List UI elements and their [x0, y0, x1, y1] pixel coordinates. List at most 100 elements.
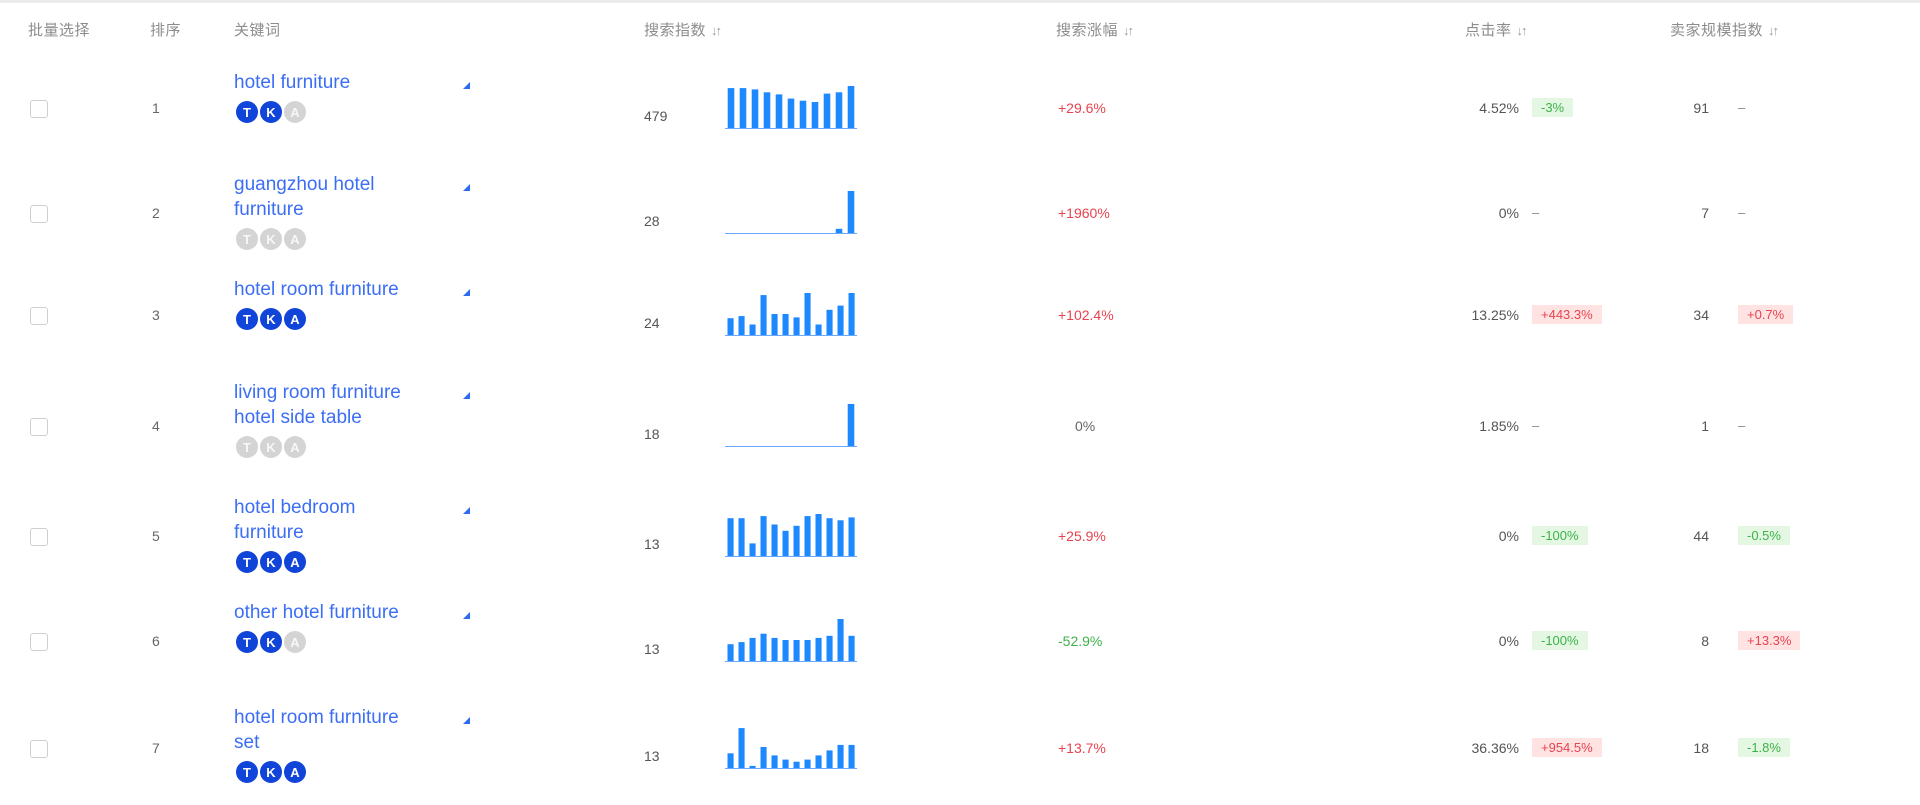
- seller-index-value: 34: [1693, 307, 1709, 323]
- keyword-line[interactable]: hotel room furniture: [234, 705, 434, 730]
- keyword-line[interactable]: hotel bedroom: [234, 495, 434, 520]
- a-badge-icon: A: [284, 631, 306, 653]
- sort-icon[interactable]: ↓↑: [1768, 23, 1779, 38]
- expand-icon[interactable]: [463, 612, 470, 619]
- sparkline-bar: [815, 755, 822, 768]
- row-rank: 4: [152, 417, 160, 434]
- k-badge-icon: K: [260, 631, 282, 653]
- keyword-line[interactable]: set: [234, 730, 434, 755]
- search-growth-value: +29.6%: [1058, 100, 1106, 116]
- keyword-link[interactable]: living room furniture hotel side table: [234, 380, 434, 430]
- keyword-line[interactable]: hotel furniture: [234, 70, 434, 95]
- seller-index-value: 18: [1693, 740, 1709, 756]
- search-growth-value: -52.9%: [1058, 632, 1103, 649]
- row-checkbox[interactable]: [30, 100, 48, 118]
- ctr-change-badge: –: [1532, 204, 1540, 220]
- sparkline-bar: [760, 515, 767, 556]
- sort-icon[interactable]: ↓↑: [1517, 23, 1528, 38]
- t-badge-icon: T: [236, 436, 258, 458]
- seller-index-value: 91: [1693, 100, 1709, 116]
- keyword-line[interactable]: furniture: [234, 197, 434, 222]
- header-search-growth-label: 搜索涨幅: [1056, 22, 1119, 39]
- ctr-value: 36.36%: [1471, 740, 1519, 756]
- sparkline-bar: [749, 637, 756, 661]
- sparkline-bar: [835, 228, 843, 233]
- keyword-badges: TKA: [236, 551, 306, 573]
- sparkline-bar: [782, 759, 789, 768]
- search-growth-value: +13.7%: [1058, 740, 1106, 756]
- sparkline-bar: [782, 314, 789, 335]
- search-growth-value: +1960%: [1058, 204, 1110, 221]
- row-checkbox[interactable]: [30, 740, 48, 758]
- keyword-link[interactable]: hotel furniture: [234, 70, 434, 95]
- row-checkbox[interactable]: [30, 204, 48, 223]
- keyword-line[interactable]: hotel side table: [234, 405, 434, 430]
- sparkline-bar: [815, 637, 822, 661]
- a-badge-icon: A: [284, 761, 306, 783]
- sparkline-bar: [782, 639, 789, 661]
- keyword-line[interactable]: guangzhou hotel: [234, 172, 434, 197]
- sparkline-bar: [847, 403, 855, 446]
- expand-icon[interactable]: [463, 392, 470, 399]
- sparkline-bar: [847, 86, 855, 128]
- sparkline-bar: [771, 524, 778, 556]
- keyword-badges: TKA: [236, 228, 306, 250]
- expand-icon[interactable]: [463, 717, 470, 724]
- sparkline-bar: [804, 515, 811, 556]
- search-growth-value: +102.4%: [1058, 307, 1114, 323]
- row-checkbox[interactable]: [30, 417, 48, 436]
- t-badge-icon: T: [236, 631, 258, 653]
- sort-icon[interactable]: ↓↑: [1123, 23, 1134, 38]
- sparkline-bar: [826, 517, 833, 556]
- ctr-change-badge: -100%: [1532, 630, 1588, 650]
- t-badge-icon: T: [236, 101, 258, 123]
- keyword-link[interactable]: hotel bedroom furniture: [234, 495, 434, 545]
- keyword-link[interactable]: guangzhou hotel furniture: [234, 172, 434, 222]
- sparkline-bar: [835, 92, 843, 128]
- row-rank: 5: [152, 527, 160, 544]
- a-badge-icon: A: [284, 101, 306, 123]
- header-search-index-label: 搜索指数: [644, 22, 707, 39]
- sparkline-bar: [771, 755, 778, 768]
- sparkline-bar: [727, 88, 735, 128]
- k-badge-icon: K: [260, 308, 282, 330]
- sparkline-bar: [804, 759, 811, 768]
- k-badge-icon: K: [260, 228, 282, 250]
- keyword-line[interactable]: living room furniture: [234, 380, 434, 405]
- sparkline-bar: [848, 293, 855, 335]
- header-ctr[interactable]: 点击率 ↓↑: [1465, 19, 1528, 40]
- sort-icon[interactable]: ↓↑: [711, 23, 722, 38]
- header-search-growth[interactable]: 搜索涨幅 ↓↑: [1056, 19, 1134, 40]
- seller-change-badge: -0.5%: [1738, 525, 1790, 545]
- ctr-value: 13.25%: [1471, 307, 1519, 323]
- expand-icon[interactable]: [463, 507, 470, 514]
- t-badge-icon: T: [236, 308, 258, 330]
- keyword-link[interactable]: hotel room furniture: [234, 277, 434, 302]
- sparkline-bar: [826, 750, 833, 768]
- row-checkbox[interactable]: [30, 307, 48, 325]
- keyword-link[interactable]: hotel room furniture set: [234, 705, 434, 755]
- search-trend-sparkline: [725, 86, 857, 129]
- keyword-line[interactable]: hotel room furniture: [234, 277, 434, 302]
- search-trend-sparkline: [725, 293, 857, 336]
- seller-index-value: 7: [1701, 204, 1709, 221]
- row-checkbox[interactable]: [30, 527, 48, 546]
- sparkline-bar: [826, 635, 833, 661]
- search-trend-sparkline: [725, 728, 857, 769]
- ctr-change-badge: +443.3%: [1532, 305, 1602, 324]
- keyword-link[interactable]: other hotel furniture: [234, 600, 434, 625]
- header-rank: 排序: [150, 22, 182, 39]
- expand-icon[interactable]: [463, 184, 470, 191]
- keyword-line[interactable]: furniture: [234, 520, 434, 545]
- header-seller-competition[interactable]: 卖家规模指数 ↓↑: [1670, 19, 1779, 40]
- expand-icon[interactable]: [463, 289, 470, 296]
- ctr-value: 1.85%: [1479, 417, 1519, 434]
- sparkline-bar: [793, 639, 800, 661]
- header-search-index[interactable]: 搜索指数 ↓↑: [644, 19, 722, 40]
- expand-icon[interactable]: [463, 82, 470, 89]
- sparkline-bar: [775, 94, 783, 128]
- keyword-line[interactable]: other hotel furniture: [234, 600, 434, 625]
- sparkline-bar: [837, 744, 844, 768]
- keyword-badges: TKA: [236, 308, 306, 330]
- row-checkbox[interactable]: [30, 632, 48, 651]
